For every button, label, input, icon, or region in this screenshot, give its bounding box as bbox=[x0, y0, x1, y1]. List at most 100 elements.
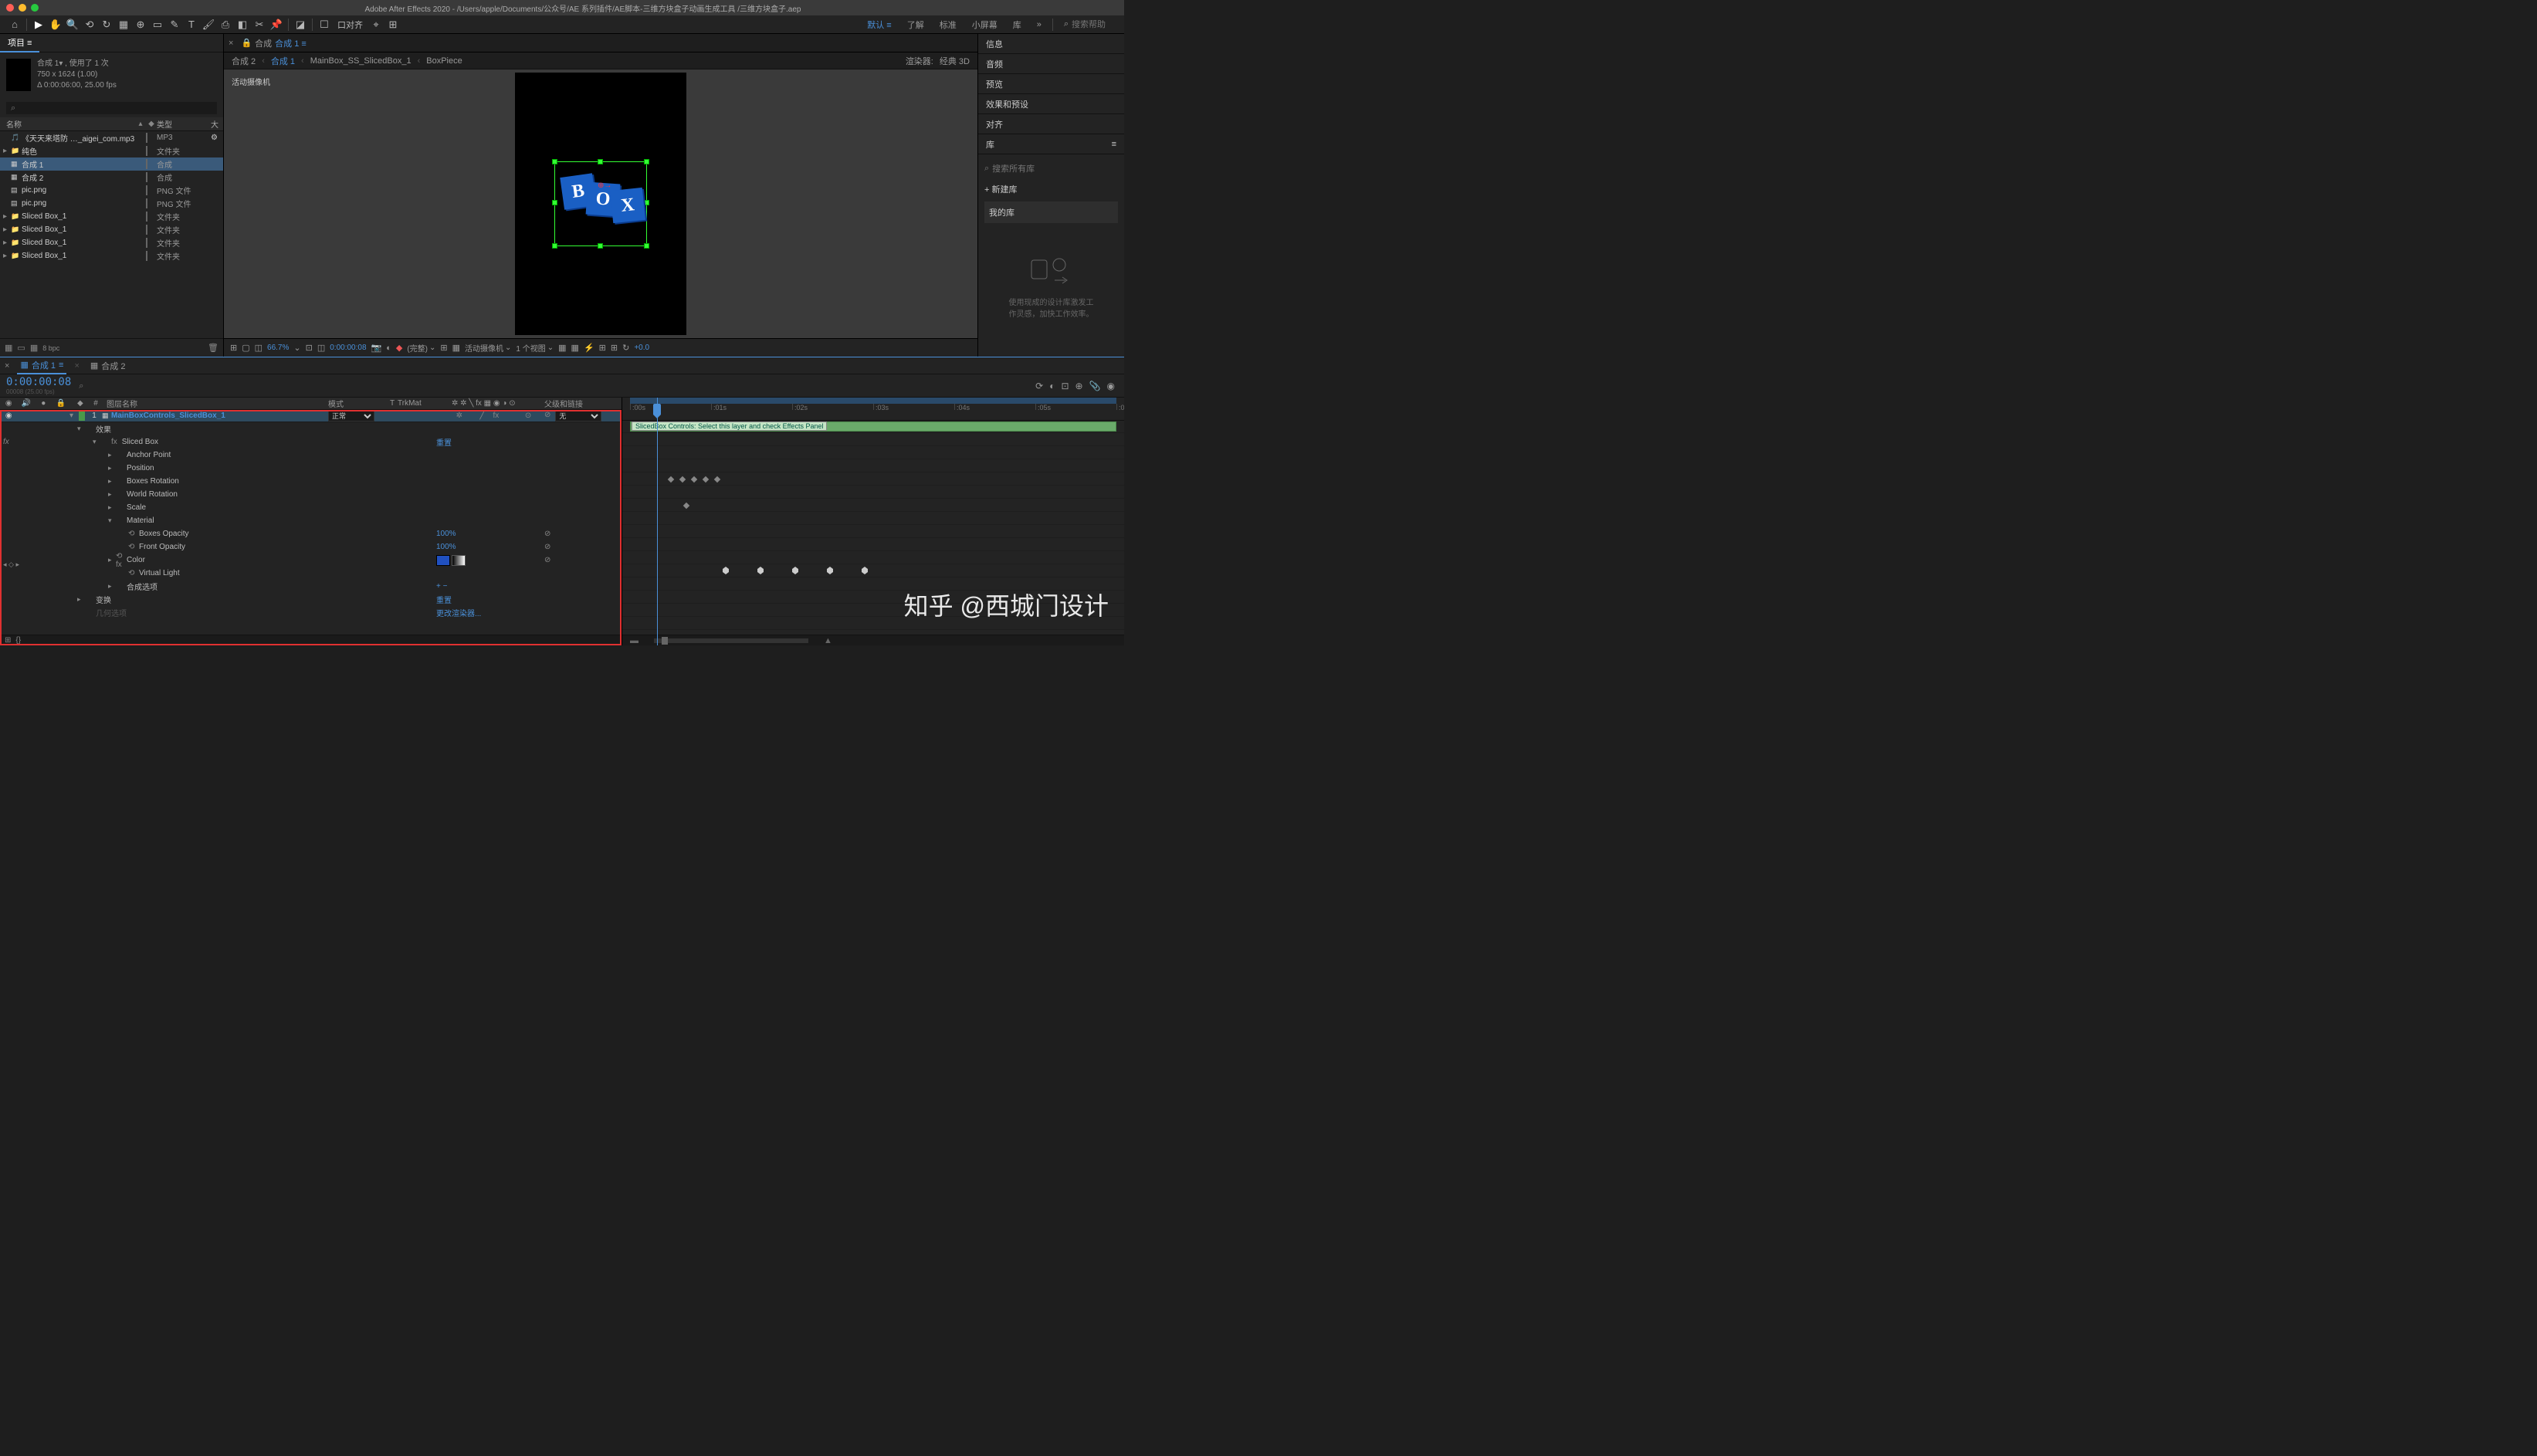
keyframe[interactable] bbox=[691, 476, 697, 483]
project-tab[interactable]: 项目 ≡ bbox=[0, 34, 39, 52]
tracks-area[interactable]: SlicedBox Controls: Select this layer an… bbox=[622, 421, 1124, 635]
project-row[interactable]: 🎵 《天天来塔防 …_aigei_com.mp3 MP3 ⚙ bbox=[0, 131, 223, 144]
shy-icon[interactable]: ⟳ bbox=[1035, 381, 1043, 391]
property-row[interactable]: ▸ World Rotation bbox=[0, 488, 622, 501]
parent-dropdown[interactable]: 无 bbox=[555, 411, 601, 422]
color-icon[interactable]: ◆ bbox=[396, 343, 402, 353]
item-label[interactable] bbox=[146, 212, 157, 221]
breadcrumb-item[interactable]: 合成 1 bbox=[271, 55, 295, 67]
library-search[interactable]: ⌕ bbox=[984, 161, 1118, 177]
prop-twirl[interactable]: ▸ bbox=[108, 490, 116, 499]
property-row[interactable]: ▾ 效果 bbox=[0, 422, 622, 435]
item-label[interactable] bbox=[146, 225, 157, 234]
prop-value[interactable]: 更改渲染器... bbox=[436, 607, 544, 618]
new-library-button[interactable]: + 新建库 bbox=[984, 177, 1118, 201]
keyframe[interactable] bbox=[792, 567, 798, 574]
brush-tool[interactable]: 🖌 bbox=[200, 16, 217, 33]
property-row[interactable]: ⟲ Front Opacity 100% ⊘ bbox=[0, 540, 622, 554]
panel-audio[interactable]: 音频 bbox=[978, 54, 1124, 74]
prop-value[interactable] bbox=[436, 555, 544, 566]
prop-twirl[interactable]: ▾ bbox=[77, 425, 85, 433]
project-row[interactable]: ▸ 📁 纯色 文件夹 bbox=[0, 144, 223, 157]
project-columns[interactable]: 名称 ▴ ◆ 类型 大 bbox=[0, 117, 223, 131]
menu-icon[interactable]: ≡ bbox=[1112, 140, 1116, 149]
item-label[interactable] bbox=[146, 252, 157, 260]
track-row[interactable] bbox=[622, 617, 1124, 630]
property-row[interactable]: ▸ 变换 重置 bbox=[0, 593, 622, 606]
prop-value[interactable]: + − bbox=[436, 582, 544, 591]
roto-tool[interactable]: ✂ bbox=[251, 16, 268, 33]
time-ruler[interactable]: :00s:01s:02s:03s:04s:05s:06s bbox=[622, 398, 1124, 421]
fast-icon[interactable]: ⚡ bbox=[584, 343, 594, 353]
frame-blend-icon[interactable]: ⊡ bbox=[1061, 381, 1069, 391]
zoom-in-icon[interactable]: ▲ bbox=[824, 636, 832, 645]
search-help-input[interactable] bbox=[1072, 20, 1118, 29]
blend-mode-dropdown[interactable]: 正常 bbox=[328, 411, 374, 422]
workspace-standard[interactable]: 标准 bbox=[932, 16, 964, 33]
sort-icon[interactable]: ▴ bbox=[135, 120, 146, 128]
twirl-icon[interactable]: ▸ bbox=[3, 212, 11, 221]
prop-link[interactable]: ⊘ bbox=[544, 530, 622, 538]
zoom-out-icon[interactable]: ▬ bbox=[630, 636, 638, 645]
mask-icon[interactable]: ◫ bbox=[255, 343, 263, 353]
item-name[interactable]: pic.png bbox=[22, 186, 146, 195]
timeline-tab-2[interactable]: ▦ 合成 2 bbox=[87, 357, 129, 374]
renderer-dropdown[interactable]: 经典 3D bbox=[940, 55, 970, 67]
item-label[interactable] bbox=[146, 173, 157, 181]
twirl-icon[interactable]: ▸ bbox=[3, 225, 11, 234]
item-name[interactable]: Sliced Box_1 bbox=[22, 212, 146, 221]
property-row[interactable]: ▸ Position bbox=[0, 462, 622, 475]
track-row[interactable] bbox=[622, 486, 1124, 499]
property-row[interactable]: ▸ ⟲ fx Color ⊘ bbox=[0, 554, 622, 567]
layer-twirl[interactable]: ▾ bbox=[69, 411, 77, 420]
property-row[interactable]: ▸ Boxes Rotation bbox=[0, 475, 622, 488]
keyframe[interactable] bbox=[683, 503, 689, 509]
project-row[interactable]: ▤ pic.png PNG 文件 bbox=[0, 197, 223, 210]
timecode[interactable]: 0:00:00:08 bbox=[6, 376, 71, 388]
prop-twirl[interactable]: ▸ bbox=[108, 556, 116, 564]
panel-align[interactable]: 对齐 bbox=[978, 114, 1124, 134]
workspace-overflow[interactable]: » bbox=[1029, 16, 1049, 33]
snap-opt2-icon[interactable]: ⊞ bbox=[384, 16, 401, 33]
panel-info[interactable]: 信息 bbox=[978, 34, 1124, 54]
guides-icon[interactable]: ▢ bbox=[242, 343, 249, 353]
selection-tool[interactable]: ▶ bbox=[30, 16, 47, 33]
track-row[interactable] bbox=[622, 512, 1124, 525]
refresh-icon[interactable]: ↻ bbox=[622, 343, 629, 353]
clone-tool[interactable]: ⎙ bbox=[217, 16, 234, 33]
track-row[interactable] bbox=[622, 459, 1124, 472]
close-icon[interactable] bbox=[6, 4, 14, 12]
property-row[interactable]: ▸ 合成选项 + − bbox=[0, 580, 622, 593]
property-row[interactable]: 几何选项 更改渲染器... bbox=[0, 606, 622, 619]
timeline-icon[interactable]: ⊞ bbox=[599, 343, 606, 353]
comp-tab[interactable]: 🔒 合成 合成 1 ≡ bbox=[236, 37, 310, 49]
pen-tool[interactable]: ✎ bbox=[166, 16, 183, 33]
shape-tool[interactable]: ▭ bbox=[149, 16, 166, 33]
track-row[interactable] bbox=[622, 446, 1124, 459]
playhead[interactable] bbox=[657, 398, 658, 645]
item-name[interactable]: Sliced Box_1 bbox=[22, 225, 146, 234]
track-row[interactable] bbox=[622, 433, 1124, 446]
item-label[interactable] bbox=[146, 160, 157, 168]
panel-library[interactable]: 库≡ bbox=[978, 134, 1124, 154]
track-row[interactable] bbox=[622, 472, 1124, 486]
property-row[interactable]: ▸ Scale bbox=[0, 501, 622, 514]
twirl-icon[interactable]: ▸ bbox=[3, 252, 11, 260]
property-row[interactable]: ▸ Anchor Point bbox=[0, 449, 622, 462]
new-comp-icon[interactable]: ▦ bbox=[30, 343, 38, 353]
layer-name[interactable]: MainBoxControls_SlicedBox_1 bbox=[111, 411, 328, 420]
library-search-input[interactable] bbox=[992, 164, 1118, 174]
grid-icon[interactable]: ⊞ bbox=[230, 343, 237, 353]
prop-value[interactable]: 100% bbox=[436, 543, 544, 551]
property-row[interactable]: ▾ Material bbox=[0, 514, 622, 527]
project-row[interactable]: ▸ 📁 Sliced Box_1 文件夹 bbox=[0, 249, 223, 262]
item-name[interactable]: 合成 2 bbox=[22, 171, 146, 183]
visibility-toggle[interactable]: ◉ bbox=[0, 411, 18, 420]
channel-icon[interactable]: ◐ bbox=[386, 344, 391, 353]
item-name[interactable]: 合成 1 bbox=[22, 158, 146, 170]
comp-canvas[interactable]: B O X ⊕→ bbox=[515, 73, 686, 335]
exposure-value[interactable]: +0.0 bbox=[634, 344, 649, 352]
panel-effects[interactable]: 效果和预设 bbox=[978, 94, 1124, 114]
timeline-search-input[interactable] bbox=[79, 381, 171, 391]
track-row[interactable] bbox=[622, 577, 1124, 591]
